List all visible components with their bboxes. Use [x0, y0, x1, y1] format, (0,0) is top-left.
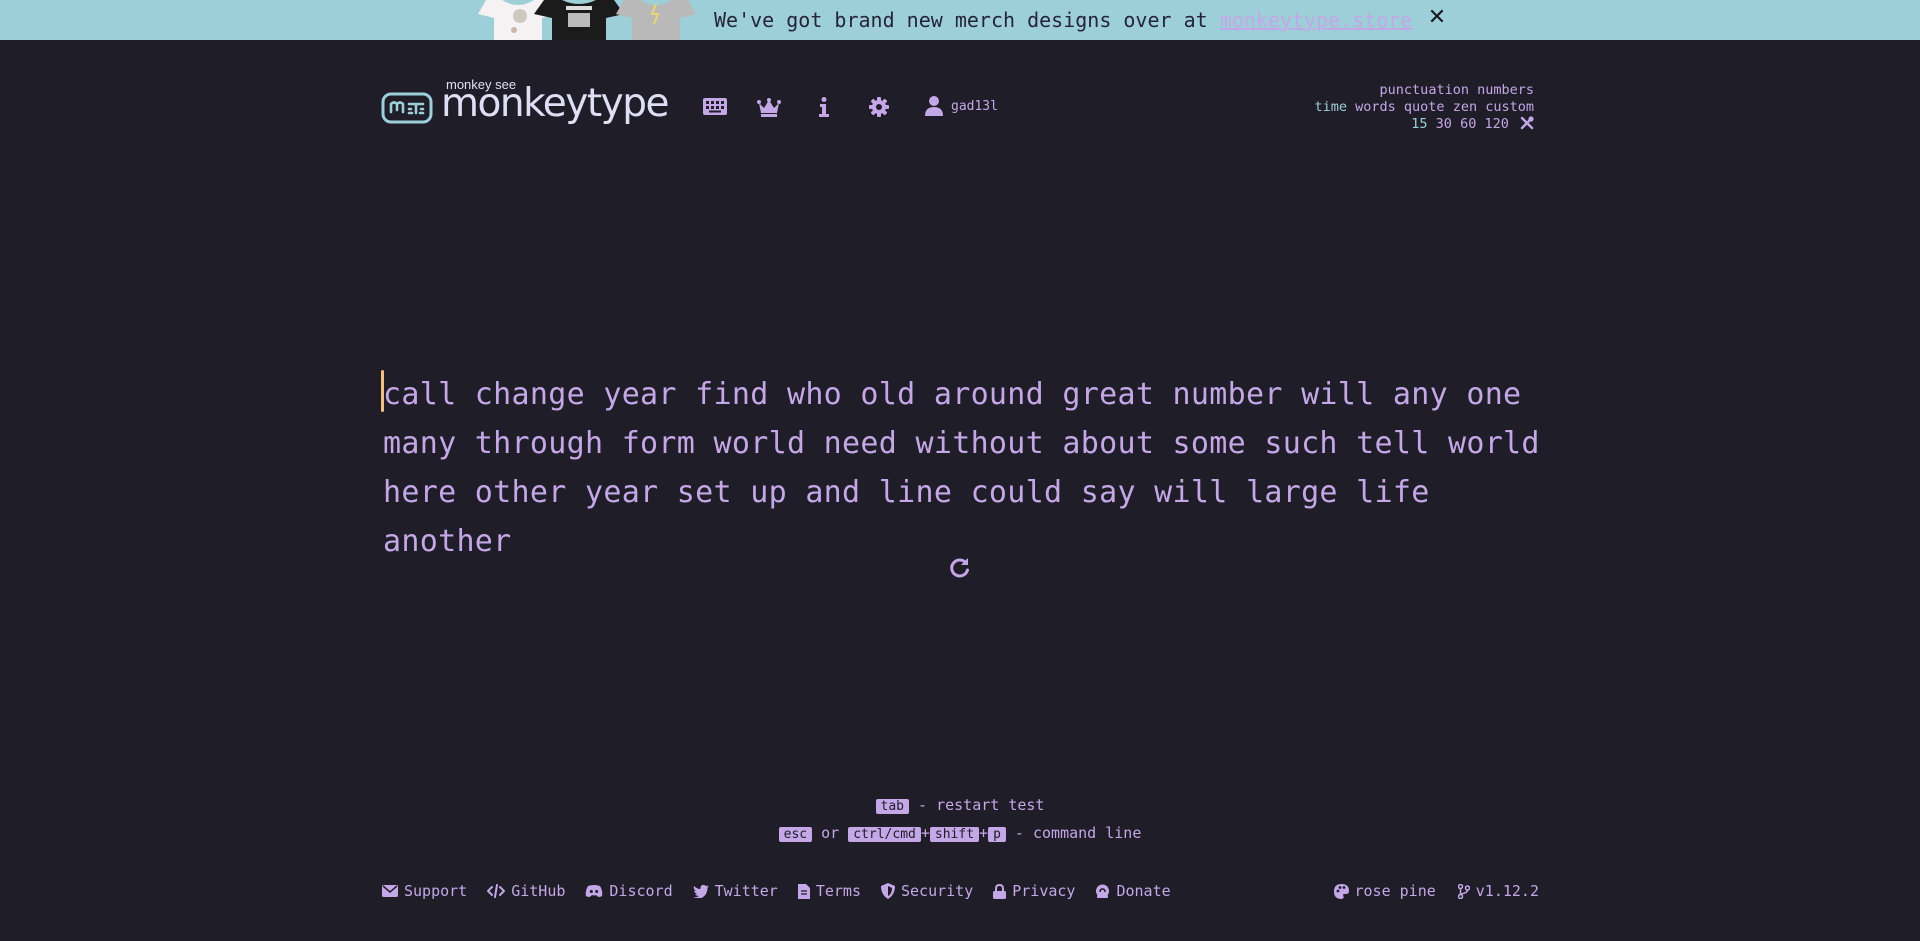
code-icon — [487, 884, 506, 898]
monkeytype-logo-icon[interactable] — [381, 92, 433, 124]
mode-words[interactable]: words — [1355, 99, 1396, 115]
esc-key: esc — [778, 827, 813, 842]
close-icon[interactable]: ✕ — [1426, 7, 1448, 29]
merch-store-link[interactable]: monkeytype.store — [1220, 8, 1413, 32]
plus-sign: + — [979, 824, 989, 842]
mode-custom[interactable]: custom — [1485, 99, 1534, 115]
username: gad13l — [951, 98, 998, 114]
grey-shirt-image — [616, 0, 696, 40]
restart-icon[interactable] — [949, 556, 971, 578]
twitter-link[interactable]: Twitter — [692, 882, 778, 900]
words-line: here other year set up and line could sa… — [383, 475, 1430, 559]
support-link[interactable]: Support — [382, 882, 467, 900]
twitter-icon — [692, 884, 709, 898]
envelope-icon — [382, 885, 398, 897]
version-button[interactable]: v1.12.2 — [1457, 882, 1539, 900]
keyboard-hints: tab - restart test esc or ctrl/cmd + shift… — [0, 792, 1920, 848]
command-line-text: - command line — [1005, 824, 1142, 842]
keyboard-icon[interactable] — [703, 98, 727, 115]
gear-icon[interactable] — [869, 97, 889, 117]
merch-banner: We've got brand new merch designs over a… — [0, 0, 1920, 40]
banner-text: We've got brand new merch designs over a… — [714, 8, 1220, 32]
logo-title[interactable]: monkeytype — [441, 81, 669, 126]
test-config: punctuation numbers time words quote zen… — [1314, 82, 1534, 133]
terms-label: Terms — [815, 882, 861, 900]
numbers-toggle[interactable]: numbers — [1477, 82, 1534, 98]
version-label: v1.12.2 — [1475, 882, 1539, 900]
time-120[interactable]: 120 — [1484, 116, 1508, 132]
shift-key: shift — [929, 827, 980, 842]
words-line: call change year find who old around gre… — [383, 377, 1522, 412]
discord-label: Discord — [609, 882, 673, 900]
ctrl-key: ctrl/cmd — [848, 827, 921, 842]
mode-zen[interactable]: zen — [1453, 99, 1477, 115]
shield-icon — [881, 883, 895, 899]
black-shirt-image — [534, 0, 624, 40]
account-button[interactable]: gad13l — [925, 96, 998, 116]
tab-key: tab — [875, 799, 909, 814]
user-icon — [925, 96, 943, 116]
support-label: Support — [404, 882, 468, 900]
donate-label: Donate — [1116, 882, 1171, 900]
plus-sign: + — [920, 824, 930, 842]
words-line: many through form world need without abo… — [383, 426, 1540, 461]
crown-icon[interactable] — [757, 98, 781, 117]
info-icon[interactable] — [818, 97, 830, 117]
footer-status: rose pine v1.12.2 — [1333, 882, 1539, 900]
donate-link[interactable]: Donate — [1095, 882, 1171, 900]
github-link[interactable]: GitHub — [487, 882, 565, 900]
twitter-label: Twitter — [714, 882, 778, 900]
words-area[interactable]: call change year find who old around gre… — [383, 370, 1543, 566]
time-30[interactable]: 30 — [1436, 116, 1452, 132]
restart-hint: tab - restart test — [0, 792, 1920, 820]
merch-shirts-image — [478, 0, 696, 40]
palette-icon — [1333, 883, 1349, 899]
restart-hint-text: - restart test — [909, 796, 1045, 814]
theme-label: rose pine — [1354, 882, 1436, 900]
custom-time-tools-icon[interactable] — [1520, 116, 1534, 130]
lock-icon — [993, 883, 1007, 899]
security-link[interactable]: Security — [881, 882, 973, 900]
footer-links: Support GitHub Discord Twitter Terms Sec… — [382, 882, 1171, 900]
or-text: or — [812, 824, 849, 842]
p-key: p — [988, 827, 1006, 842]
terms-link[interactable]: Terms — [797, 882, 861, 900]
time-60[interactable]: 60 — [1460, 116, 1476, 132]
config-row-modes: time words quote zen custom — [1314, 99, 1534, 116]
privacy-label: Privacy — [1012, 882, 1076, 900]
discord-link[interactable]: Discord — [585, 882, 673, 900]
theme-button[interactable]: rose pine — [1333, 882, 1436, 900]
mode-quote[interactable]: quote — [1404, 99, 1445, 115]
document-icon — [797, 883, 810, 899]
code-branch-icon — [1457, 883, 1470, 899]
time-15[interactable]: 15 — [1411, 116, 1427, 132]
discord-icon — [586, 885, 603, 897]
command-line-hint: esc or ctrl/cmd + shift + p - command line — [0, 820, 1920, 848]
mode-time[interactable]: time — [1314, 99, 1347, 115]
punctuation-toggle[interactable]: punctuation — [1380, 82, 1469, 98]
github-label: GitHub — [511, 882, 566, 900]
config-row-extras: punctuation numbers — [1314, 82, 1534, 99]
config-row-times: 15 30 60 120 — [1314, 116, 1534, 133]
donate-icon — [1096, 884, 1110, 898]
privacy-link[interactable]: Privacy — [993, 882, 1075, 900]
security-label: Security — [901, 882, 974, 900]
banner-message: We've got brand new merch designs over a… — [714, 8, 1412, 32]
